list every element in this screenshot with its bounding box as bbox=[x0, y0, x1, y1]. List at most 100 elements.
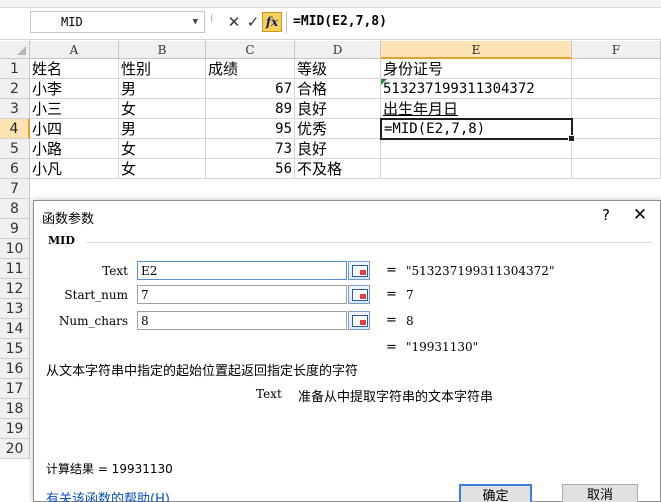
cell-a2[interactable]: 小李 bbox=[30, 79, 119, 99]
row-header-16[interactable]: 16 bbox=[0, 359, 30, 379]
cancel-formula-button[interactable]: ✕ bbox=[224, 11, 244, 33]
cell-b6[interactable]: 女 bbox=[119, 159, 206, 179]
row-header-19[interactable]: 19 bbox=[0, 419, 30, 439]
row-header-20[interactable]: 20 bbox=[0, 439, 30, 459]
cell-f5[interactable] bbox=[572, 139, 661, 159]
name-box-value: MID bbox=[61, 15, 83, 29]
arg-label-start-num: Start_num bbox=[64, 288, 128, 302]
row-header-18[interactable]: 18 bbox=[0, 399, 30, 419]
formula-input[interactable]: =MID(E2,7,8) bbox=[286, 11, 661, 33]
separator-dots: ⁞ bbox=[210, 13, 214, 24]
cell-f3[interactable] bbox=[572, 99, 661, 119]
cell-d4[interactable]: 优秀 bbox=[295, 119, 381, 139]
row-header-1[interactable]: 1 bbox=[0, 59, 30, 79]
cell-d2[interactable]: 合格 bbox=[295, 79, 381, 99]
name-box[interactable]: MID ▼ bbox=[30, 11, 205, 33]
column-header-e[interactable]: E bbox=[381, 41, 572, 59]
select-all-button[interactable] bbox=[0, 41, 30, 59]
function-arguments-dialog: 函数参数 ? ✕ MID Text = "513237199311304372"… bbox=[33, 200, 661, 502]
row-header-17[interactable]: 17 bbox=[0, 379, 30, 399]
chevron-down-icon[interactable]: ▼ bbox=[193, 12, 198, 32]
ok-button[interactable]: 确定 bbox=[459, 484, 532, 502]
column-header-a[interactable]: A bbox=[30, 41, 119, 59]
row-header-14[interactable]: 14 bbox=[0, 319, 30, 339]
row-header-8[interactable]: 8 bbox=[0, 199, 30, 219]
arg-equals: = bbox=[386, 287, 397, 302]
cell-c2[interactable]: 67 bbox=[206, 79, 295, 99]
cell-d5[interactable]: 良好 bbox=[295, 139, 381, 159]
cell-c3[interactable]: 89 bbox=[206, 99, 295, 119]
insert-function-button[interactable]: fx bbox=[262, 12, 282, 32]
range-select-icon[interactable] bbox=[348, 285, 370, 304]
cell-f4[interactable] bbox=[572, 119, 661, 139]
close-button[interactable]: ✕ bbox=[623, 201, 657, 229]
formula-bar: MID ▼ ⁞ ✕ ✓ fx =MID(E2,7,8) bbox=[0, 0, 661, 40]
cell-e4-active[interactable]: =MID(E2,7,8) bbox=[380, 118, 575, 142]
cell-d1[interactable]: 等级 bbox=[295, 59, 381, 79]
cell-e2-text: 513237199311304372 bbox=[383, 81, 535, 97]
help-button[interactable]: ? bbox=[602, 206, 610, 224]
row-header-4[interactable]: 4 bbox=[0, 119, 30, 139]
cell-a4[interactable]: 小四 bbox=[30, 119, 119, 139]
row-header-9[interactable]: 9 bbox=[0, 219, 30, 239]
range-select-icon[interactable] bbox=[348, 261, 370, 280]
row-header-6[interactable]: 6 bbox=[0, 159, 30, 179]
range-select-icon[interactable] bbox=[348, 311, 370, 330]
cell-b5[interactable]: 女 bbox=[119, 139, 206, 159]
row-header-10[interactable]: 10 bbox=[0, 239, 30, 259]
row-header-5[interactable]: 5 bbox=[0, 139, 30, 159]
cell-c6[interactable]: 56 bbox=[206, 159, 295, 179]
cell-f2[interactable] bbox=[572, 79, 661, 99]
row-header-11[interactable]: 11 bbox=[0, 259, 30, 279]
cell-e3-text: 出生年月日 bbox=[383, 100, 459, 118]
cell-e5[interactable] bbox=[381, 139, 572, 159]
arg-description: 准备从中提取字符串的文本字符串 bbox=[298, 390, 494, 405]
column-header-f[interactable]: F bbox=[572, 41, 661, 59]
column-header-d[interactable]: D bbox=[295, 41, 381, 59]
cell-c4[interactable]: 95 bbox=[206, 119, 295, 139]
cell-e2[interactable]: 513237199311304372 bbox=[381, 79, 572, 99]
text-input[interactable] bbox=[137, 261, 347, 280]
cell-c1[interactable]: 成绩 bbox=[206, 59, 295, 79]
column-header-c[interactable]: C bbox=[206, 41, 295, 59]
cell-b4[interactable]: 男 bbox=[119, 119, 206, 139]
cell-f1[interactable] bbox=[572, 59, 661, 79]
row-header-3[interactable]: 3 bbox=[0, 99, 30, 119]
num-chars-input[interactable] bbox=[137, 311, 347, 330]
cell-b3[interactable]: 女 bbox=[119, 99, 206, 119]
cell-a3[interactable]: 小三 bbox=[30, 99, 119, 119]
enter-formula-button[interactable]: ✓ bbox=[244, 11, 262, 33]
cell-d3[interactable]: 良好 bbox=[295, 99, 381, 119]
arg-description-name: Text bbox=[256, 387, 282, 401]
row-header-12[interactable]: 12 bbox=[0, 279, 30, 299]
error-indicator-icon bbox=[381, 79, 387, 85]
ribbon-edge bbox=[0, 0, 661, 8]
cell-b1[interactable]: 性别 bbox=[119, 59, 206, 79]
row-header-13[interactable]: 13 bbox=[0, 299, 30, 319]
row-header-15[interactable]: 15 bbox=[0, 339, 30, 359]
column-header-b[interactable]: B bbox=[119, 41, 206, 59]
cell-d6[interactable]: 不及格 bbox=[295, 159, 381, 179]
row-header-2[interactable]: 2 bbox=[0, 79, 30, 99]
cell-e1[interactable]: 身份证号 bbox=[381, 59, 572, 79]
arg-result-start-num: 7 bbox=[406, 288, 414, 302]
function-name-label: MID bbox=[48, 234, 75, 247]
function-description: 从文本字符串中指定的起始位置起返回指定长度的字符 bbox=[46, 364, 359, 379]
cell-a6[interactable]: 小凡 bbox=[30, 159, 119, 179]
cell-a5[interactable]: 小路 bbox=[30, 139, 119, 159]
cell-c5[interactable]: 73 bbox=[206, 139, 295, 159]
arg-equals: = bbox=[386, 313, 397, 328]
cell-e6[interactable] bbox=[381, 159, 572, 179]
cell-f6[interactable] bbox=[572, 159, 661, 179]
arg-result-text: "513237199311304372" bbox=[406, 264, 555, 278]
start-num-input[interactable] bbox=[137, 285, 347, 304]
cancel-button[interactable]: 取消 bbox=[562, 484, 638, 502]
arg-equals: = bbox=[386, 263, 397, 278]
cell-e3[interactable]: 出生年月日 bbox=[381, 99, 572, 119]
arg-label-num-chars: Num_chars bbox=[58, 314, 128, 328]
formula-result-equals: = bbox=[386, 340, 397, 355]
function-help-link[interactable]: 有关该函数的帮助(H) bbox=[46, 488, 170, 502]
row-header-7[interactable]: 7 bbox=[0, 179, 30, 199]
cell-b2[interactable]: 男 bbox=[119, 79, 206, 99]
cell-a1[interactable]: 姓名 bbox=[30, 59, 119, 79]
